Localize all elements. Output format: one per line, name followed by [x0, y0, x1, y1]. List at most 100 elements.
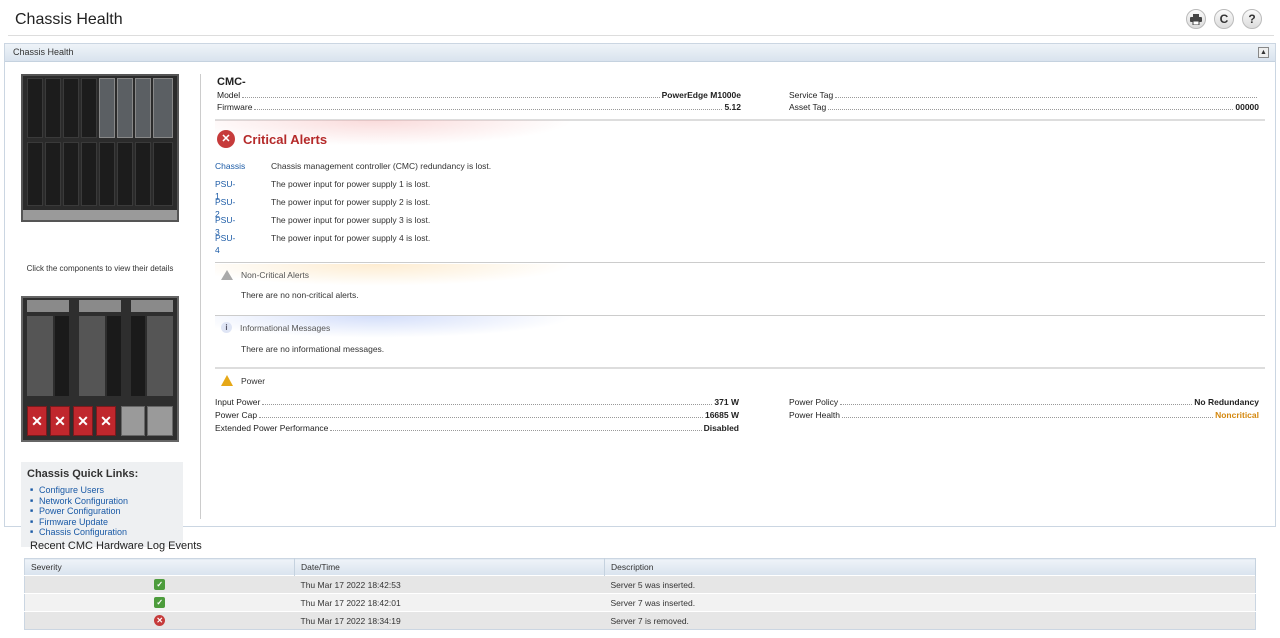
table-row: ✓ Thu Mar 17 2022 18:42:01 Server 7 was in… — [24, 593, 1256, 612]
model-row: Model PowerEdge M1000e — [217, 90, 741, 101]
server-slot[interactable] — [27, 142, 43, 206]
cmc-module[interactable] — [79, 300, 121, 312]
power-cap-value: 16685 W — [704, 410, 739, 420]
quick-links-title: Chassis Quick Links: — [27, 468, 139, 480]
ok-check-icon: ✓ — [154, 579, 166, 590]
fan-module[interactable] — [107, 316, 121, 396]
server-slot[interactable] — [117, 142, 133, 206]
top-bar: Chassis Health C ? — [0, 0, 1280, 36]
power-health-label: Power Health — [789, 410, 841, 420]
alert-message: Chassis management controller (CMC) redu… — [271, 161, 492, 171]
description-cell: Server 7 is removed. — [604, 611, 1256, 630]
alert-source-link[interactable]: Chassis — [215, 160, 245, 172]
quick-link-power-configuration[interactable]: Power Configuration — [27, 506, 177, 517]
section-divider — [215, 367, 1265, 369]
quick-link-configure-users[interactable]: Configure Users — [27, 485, 177, 496]
psu-failed-icon[interactable]: ✕ — [73, 406, 93, 436]
epp-value: Disabled — [703, 423, 739, 433]
noncritical-alerts-message: There are no non-critical alerts. — [241, 290, 359, 300]
quick-link-chassis-configuration[interactable]: Chassis Configuration — [27, 527, 177, 538]
iom-module[interactable] — [79, 316, 105, 396]
severity-cell: ✕ — [24, 611, 295, 630]
ikvm-module[interactable] — [131, 300, 173, 312]
informational-messages-header: i Informational Messages — [221, 322, 330, 333]
psu-module[interactable] — [147, 406, 173, 436]
column-header-severity[interactable]: Severity — [24, 558, 295, 576]
epp-row: Extended Power Performance Disabled — [215, 423, 739, 434]
fan-module[interactable] — [131, 316, 145, 396]
iom-module[interactable] — [147, 316, 173, 396]
server-slot[interactable] — [45, 142, 61, 206]
psu-failed-icon[interactable]: ✕ — [96, 406, 116, 436]
alert-message: The power input for power supply 1 is lo… — [271, 179, 431, 189]
server-slot[interactable] — [27, 78, 43, 138]
iom-module[interactable] — [27, 316, 53, 396]
power-health-value: Noncritical — [1215, 410, 1259, 420]
psu-failed-icon[interactable]: ✕ — [27, 406, 47, 436]
server-slot[interactable] — [117, 78, 133, 138]
panel-header: Chassis Health ▲ — [5, 44, 1275, 62]
service-tag-label: Service Tag — [789, 90, 834, 100]
asset-tag-row: Asset Tag 00000 — [789, 102, 1259, 113]
server-slot[interactable] — [63, 78, 79, 138]
critical-alerts-title: Critical Alerts — [243, 131, 328, 147]
collapse-panel-button[interactable]: ▲ — [1258, 47, 1269, 58]
firmware-value: 5.12 — [724, 102, 741, 112]
log-header-row: Severity Date/Time Description — [24, 558, 1256, 576]
server-slot[interactable] — [135, 78, 151, 138]
print-icon[interactable] — [1186, 9, 1206, 29]
server-slot[interactable] — [99, 142, 115, 206]
chassis-front-image[interactable] — [21, 74, 179, 222]
refresh-icon[interactable]: C — [1214, 9, 1234, 29]
firmware-row: Firmware 5.12 — [217, 102, 741, 113]
server-slot[interactable] — [81, 142, 97, 206]
server-slot[interactable] — [153, 78, 173, 138]
ok-check-icon: ✓ — [154, 597, 166, 608]
power-section: Power Input Power 371 W Power Cap 16685 … — [215, 373, 1265, 443]
server-slot[interactable] — [45, 78, 61, 138]
column-header-description[interactable]: Description — [604, 558, 1256, 576]
alert-message: The power input for power supply 4 is lo… — [271, 233, 431, 243]
column-header-datetime[interactable]: Date/Time — [294, 558, 605, 576]
critical-alert-icon: ✕ — [217, 130, 235, 148]
informational-messages-section: i Informational Messages There are no in… — [215, 316, 1265, 364]
log-events-title: Recent CMC Hardware Log Events — [30, 540, 202, 552]
severity-cell: ✓ — [24, 593, 295, 612]
power-title: Power — [241, 375, 266, 386]
cmc-name: CMC- — [217, 76, 246, 88]
column-divider — [200, 74, 201, 519]
help-icon[interactable]: ? — [1242, 9, 1262, 29]
input-power-label: Input Power — [215, 397, 261, 407]
cmc-module[interactable] — [27, 300, 69, 312]
quick-link-network-configuration[interactable]: Network Configuration — [27, 496, 177, 507]
input-power-row: Input Power 371 W — [215, 397, 739, 408]
psu-module[interactable] — [121, 406, 145, 436]
input-power-value: 371 W — [714, 397, 739, 407]
quick-link-firmware-update[interactable]: Firmware Update — [27, 517, 177, 528]
power-policy-value: No Redundancy — [1194, 397, 1259, 407]
server-slot[interactable] — [99, 78, 115, 138]
server-slot[interactable] — [153, 142, 173, 206]
critical-alerts-header: ✕ Critical Alerts — [217, 130, 327, 148]
alert-source-link[interactable]: PSU-4 — [215, 232, 235, 256]
asset-tag-label: Asset Tag — [789, 102, 827, 112]
severity-cell: ✓ — [24, 575, 295, 594]
description-cell: Server 5 was inserted. — [604, 575, 1256, 594]
service-tag-row: Service Tag — [789, 90, 1259, 101]
power-cap-label: Power Cap — [215, 410, 258, 420]
epp-label: Extended Power Performance — [215, 423, 329, 433]
description-cell: Server 7 was inserted. — [604, 593, 1256, 612]
chassis-back-image[interactable]: ✕ ✕ ✕ ✕ — [21, 296, 179, 442]
datetime-cell: Thu Mar 17 2022 18:34:19 — [294, 611, 605, 630]
server-slot[interactable] — [63, 142, 79, 206]
psu-failed-icon[interactable]: ✕ — [50, 406, 70, 436]
critical-alerts-section: ✕ Critical Alerts Chassis Chassis manage… — [215, 120, 1265, 256]
control-panel[interactable] — [23, 210, 177, 220]
power-policy-label: Power Policy — [789, 397, 839, 407]
server-slot[interactable] — [81, 78, 97, 138]
fan-module[interactable] — [55, 316, 69, 396]
log-events-table: Severity Date/Time Description ✓ Thu Mar … — [24, 558, 1256, 630]
server-slot[interactable] — [135, 142, 151, 206]
quick-links-box: Chassis Quick Links: Configure Users Net… — [21, 462, 183, 547]
informational-messages-title: Informational Messages — [240, 322, 331, 333]
